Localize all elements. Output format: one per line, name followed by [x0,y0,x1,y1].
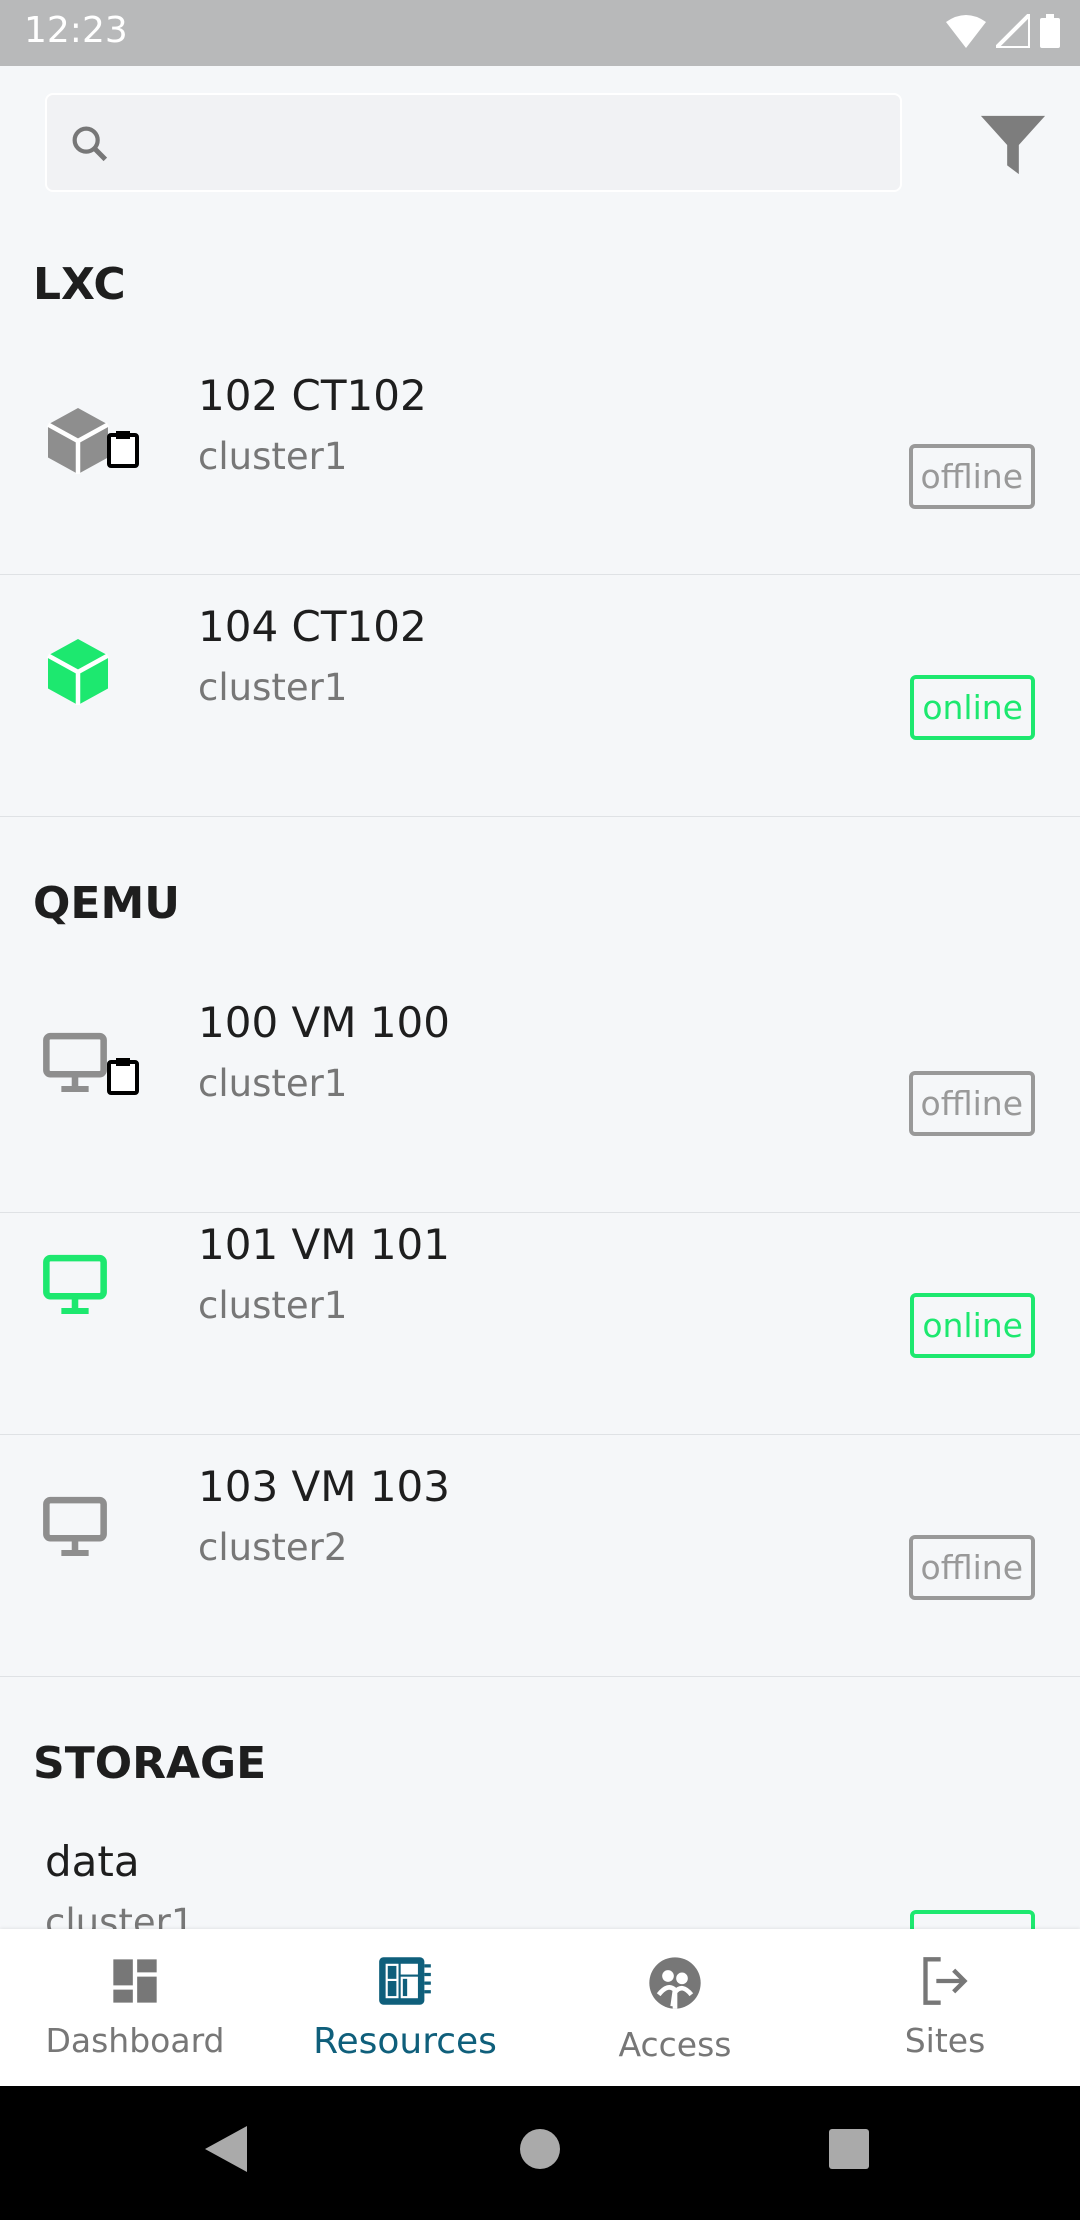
resource-title: 100 VM 100 [198,998,450,1047]
signal-icon [996,14,1030,48]
resources-icon [379,1957,431,2005]
resource-title: 101 VM 101 [198,1220,450,1269]
access-icon [649,1957,701,2009]
resource-list-item[interactable]: 104 CT102 cluster1 online [0,575,1080,817]
status-badge: offline [908,1535,1035,1600]
nav-access[interactable]: Access [540,1929,810,2086]
nav-label: Access [618,2025,732,2064]
status-badge: online [910,1293,1035,1358]
resource-title: 102 CT102 [198,370,427,420]
template-clipboard-icon [107,430,139,468]
recents-icon[interactable] [829,2129,869,2169]
status-bar: 12:23 [0,0,1080,66]
status-badge: offline [908,1071,1035,1136]
resource-node: cluster2 [198,1526,348,1569]
back-icon[interactable] [205,2126,247,2172]
nav-label: Resources [313,2021,497,2062]
section-heading: QEMU [33,878,180,929]
nav-label: Sites [904,2021,986,2060]
resource-title: data [45,1837,140,1886]
resource-title: 103 VM 103 [198,1462,450,1511]
status-time: 12:23 [24,10,128,51]
resource-node: cluster1 [198,434,348,478]
resource-node: cluster1 [198,1284,348,1327]
nav-resources[interactable]: Resources [270,1929,540,2086]
sites-icon [923,1957,968,2005]
monitor-icon [43,1254,107,1315]
battery-icon [1040,14,1060,48]
filter-icon[interactable] [978,110,1048,180]
resource-node: cluster1 [198,666,348,709]
monitor-icon [43,1032,107,1093]
container-icon [46,407,110,474]
wifi-icon [946,15,986,48]
home-icon[interactable] [519,2128,561,2170]
bottom-navigation: Dashboard Resources Access Sites [0,1929,1080,2086]
container-icon [46,639,110,705]
monitor-icon [43,1496,107,1557]
status-badge: online [910,675,1035,740]
resource-title: 104 CT102 [198,602,427,651]
nav-sites[interactable]: Sites [810,1929,1080,2086]
status-badge: offline [908,443,1035,509]
resource-list-item[interactable]: 100 VM 100 cluster1 offline [0,971,1080,1213]
search-icon [72,126,108,162]
system-navigation-bar [0,2086,1080,2220]
section-heading: LXC [33,259,126,310]
search-input[interactable] [45,93,902,192]
nav-dashboard[interactable]: Dashboard [0,1929,270,2086]
dashboard-icon [113,1959,157,2003]
resource-node: cluster1 [198,1062,348,1105]
resource-list-item[interactable]: 102 CT102 cluster1 offline [0,354,1080,575]
section-heading: STORAGE [33,1738,267,1789]
nav-label: Dashboard [45,2021,225,2060]
resource-list-item[interactable]: 103 VM 103 cluster2 offline [0,1435,1080,1677]
resource-list-item[interactable]: 101 VM 101 cluster1 online [0,1193,1080,1435]
template-clipboard-icon [107,1058,139,1095]
